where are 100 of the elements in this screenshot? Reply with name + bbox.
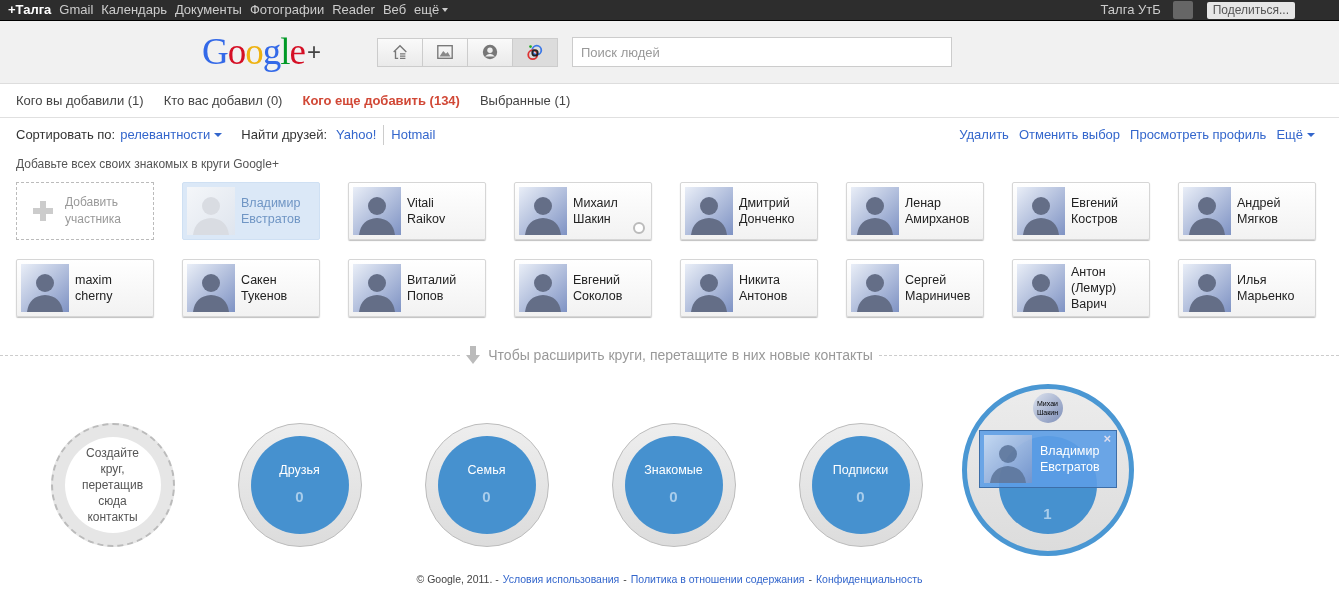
person-card[interactable]: Андрей Мягков	[1178, 181, 1316, 240]
tab[interactable]: Кого вы добавили (1)	[16, 90, 144, 111]
tab[interactable]: Выбранные (1)	[479, 90, 571, 111]
footer-link[interactable]: Условия использования	[502, 571, 620, 588]
avatar-silhouette-icon	[685, 263, 733, 312]
sort-dropdown[interactable]: релевантности	[120, 125, 223, 145]
person-name: Илья Марьенко	[1237, 271, 1295, 304]
profile-tab[interactable]	[467, 37, 513, 67]
top-bar-link[interactable]: Gmail	[55, 0, 98, 20]
user-name[interactable]: Талга УтБ	[1100, 0, 1161, 20]
drop-hint: Чтобы расширить круги, перетащите в них новые контакты	[488, 345, 873, 365]
top-bar-link[interactable]: Веб	[378, 0, 411, 20]
footer-link[interactable]: Политика в отношении содержания	[630, 571, 805, 588]
circle-count: 0	[482, 486, 491, 507]
person-name: Евгений Соколов	[573, 271, 623, 304]
person-card[interactable]: Никита Антонов	[680, 258, 818, 317]
action-link[interactable]: Отменить выбор	[1018, 125, 1121, 145]
avatar-silhouette-icon	[1183, 186, 1231, 235]
person-card[interactable]: Илья Марьенко	[1178, 258, 1316, 317]
person-name: Евгений Костров	[1071, 194, 1119, 227]
plus-icon	[33, 200, 53, 221]
more-menu[interactable]: Ещё	[1276, 125, 1315, 145]
create-circle-label: Создайте круг, перетащив сюда контакты	[80, 444, 145, 525]
top-bar-link[interactable]: Календарь	[97, 0, 171, 20]
avatar-silhouette-icon	[519, 186, 567, 235]
top-bar-link[interactable]: Фотографии	[245, 0, 329, 20]
caret-icon	[442, 8, 449, 12]
tab[interactable]: Кто вас добавил (0)	[163, 90, 283, 111]
person-name: Никита Антонов	[739, 271, 788, 304]
person-card[interactable]: Евгений Соколов	[514, 258, 652, 317]
home-icon	[391, 43, 409, 61]
notification-box-icon[interactable]	[1172, 1, 1193, 19]
add-person-label: Добавить участника	[65, 193, 122, 228]
home-tab[interactable]	[377, 37, 423, 67]
caret-icon	[214, 133, 223, 137]
top-bar-link[interactable]: ещё	[410, 0, 453, 20]
person-name: Владимир Евстратов	[1040, 443, 1100, 475]
people-search-field[interactable]: Поиск людей	[572, 37, 952, 67]
avatar-silhouette-icon	[1183, 263, 1231, 312]
circles-icon	[526, 43, 544, 61]
hint-text: Добавьте всех своих знакомых в круги Google+	[16, 157, 279, 171]
top-bar-link[interactable]: +Талга	[4, 0, 56, 20]
person-name: Сакен Тукенов	[241, 271, 288, 304]
person-card[interactable]: Сергей Мариничев	[846, 258, 984, 317]
share-button[interactable]: Поделиться...	[1206, 1, 1295, 19]
person-card[interactable]: Евгений Костров	[1012, 181, 1150, 240]
person-name: Ленар Амирханов	[905, 194, 970, 227]
avatar-silhouette-icon	[1017, 186, 1065, 235]
avatar-silhouette-icon	[519, 263, 567, 312]
person-name: Сергей Мариничев	[905, 271, 971, 304]
person-name: Виталий Попов	[407, 271, 457, 304]
person-card[interactable]: Сакен Тукенов	[182, 258, 320, 317]
profile-icon	[481, 43, 499, 61]
avatar-silhouette-icon	[685, 186, 733, 235]
person-card[interactable]: Ленар Амирханов	[846, 181, 984, 240]
photo-icon	[436, 43, 454, 61]
circle-count: 0	[669, 486, 678, 507]
action-link[interactable]: Просмотреть профиль	[1130, 125, 1267, 145]
person-name: Дмитрий Донченко	[739, 194, 795, 227]
avatar-silhouette-icon	[187, 263, 235, 312]
provider-link[interactable]: Yahoo!	[336, 125, 384, 145]
footer-link[interactable]: Конфиденциальность	[816, 571, 923, 588]
avatar-silhouette-icon	[187, 186, 235, 235]
person-card[interactable]: Vitali Raikov	[348, 181, 486, 240]
circle-count: 0	[295, 486, 304, 507]
down-arrow-icon	[466, 346, 481, 364]
person-name: Vitali Raikov	[407, 194, 446, 227]
sort-label: Сортировать по:	[16, 126, 116, 145]
separator: -	[808, 571, 812, 587]
avatar-silhouette-icon	[21, 263, 69, 312]
person-card[interactable]: Михаил Шакин	[514, 181, 652, 240]
person-card[interactable]: Дмитрий Донченко	[680, 181, 818, 240]
copyright-text: © Google, 2011. -	[416, 571, 499, 587]
circle-name: Знакомые	[644, 461, 703, 479]
person-card[interactable]: Виталий Попов	[348, 258, 486, 317]
avatar-silhouette-icon	[851, 263, 899, 312]
avatar-silhouette-icon	[851, 186, 899, 235]
person-card[interactable]: Антон (Лемур) Варич	[1012, 258, 1150, 317]
person-name: Владимир Евстратов	[241, 194, 301, 227]
circle-count: 0	[856, 486, 865, 507]
photo-tab[interactable]	[422, 37, 468, 67]
tab[interactable]: Кого еще добавить (134)	[302, 90, 460, 111]
person-name: Андрей Мягков	[1237, 194, 1281, 227]
top-bar-link[interactable]: Документы	[170, 0, 246, 20]
avatar-silhouette-icon	[353, 263, 401, 312]
avatar-silhouette-icon	[353, 186, 401, 235]
action-link[interactable]: Удалить	[959, 125, 1009, 145]
avatar-silhouette-icon	[984, 435, 1032, 483]
person-name: maxim cherny	[75, 271, 113, 304]
person-name: Михаил Шакин	[573, 194, 618, 227]
person-card[interactable]: maxim cherny	[16, 258, 154, 317]
google-logo: Google+	[202, 32, 320, 72]
avatar-silhouette-icon	[1017, 263, 1065, 312]
separator: -	[623, 571, 627, 587]
circle-name: Друзья	[279, 461, 320, 479]
create-circle-dropzone[interactable]: Создайте круг, перетащив сюда контакты	[50, 422, 175, 547]
top-bar-link[interactable]: Reader	[328, 0, 379, 20]
circle-count: 1	[1043, 504, 1052, 524]
provider-link[interactable]: Hotmail	[383, 125, 443, 145]
circles-tab[interactable]	[512, 37, 558, 67]
